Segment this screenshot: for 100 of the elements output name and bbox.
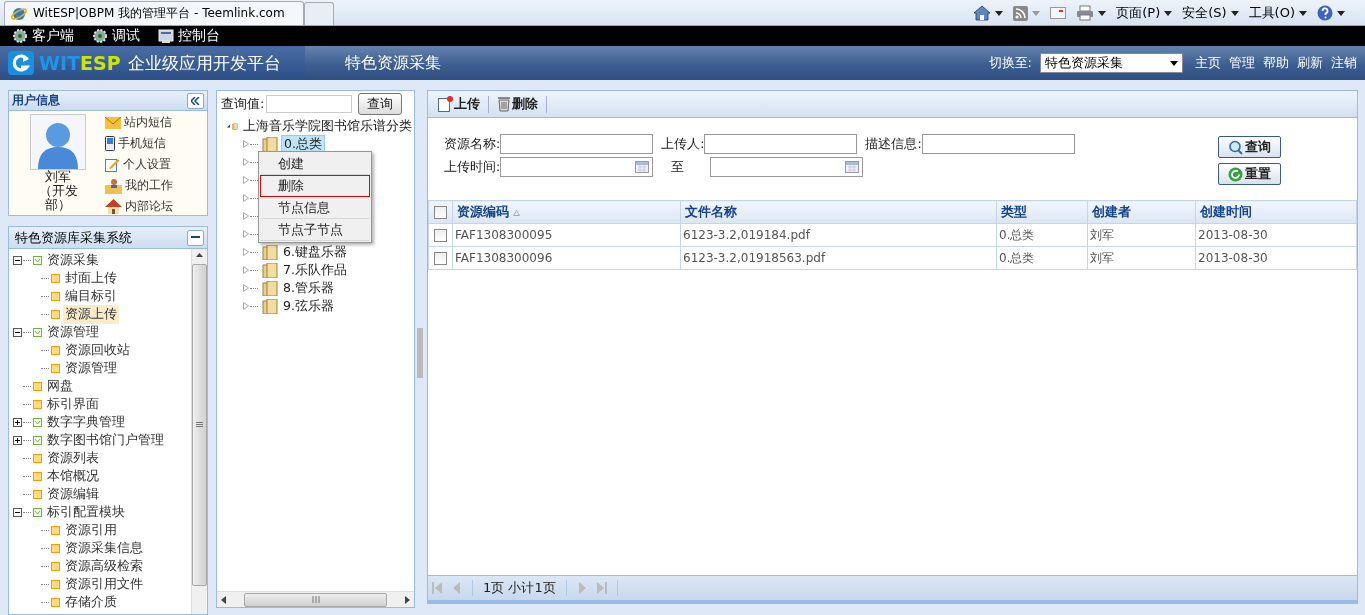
collapse-icon[interactable] bbox=[13, 327, 22, 337]
name-field[interactable] bbox=[500, 134, 654, 154]
last-page-icon[interactable] bbox=[596, 582, 607, 594]
nav-tree-item[interactable]: 资源上传 bbox=[63, 304, 119, 324]
previous-page-icon[interactable] bbox=[452, 582, 462, 594]
calendar-icon[interactable] bbox=[845, 161, 860, 173]
row-checkbox[interactable] bbox=[434, 251, 447, 265]
menu-item[interactable]: 节点子节点 bbox=[260, 219, 370, 241]
nav-tree-item[interactable]: 资源引用 bbox=[63, 520, 119, 540]
scrollbar[interactable] bbox=[217, 591, 414, 607]
top-bar-item[interactable]: 客户端 bbox=[12, 27, 74, 45]
nav-tree-item[interactable]: 封面上传 bbox=[63, 268, 119, 288]
uploader-field[interactable] bbox=[704, 134, 858, 154]
header-link[interactable]: 主页 bbox=[1195, 54, 1221, 72]
nav-tree-item[interactable]: 资源高级检索 bbox=[63, 556, 145, 576]
new-tab-button[interactable] bbox=[304, 2, 334, 25]
search-field[interactable] bbox=[266, 95, 353, 113]
caret-icon[interactable] bbox=[1164, 10, 1173, 16]
description-field[interactable] bbox=[921, 134, 1075, 154]
first-page-icon[interactable] bbox=[432, 582, 442, 594]
user-menu-link[interactable]: 内部论坛 bbox=[105, 198, 173, 215]
top-bar-item[interactable]: 控制台 bbox=[158, 27, 220, 45]
column-header[interactable]: 文件名称 bbox=[685, 203, 737, 219]
toolbar-button[interactable]: 删除 bbox=[497, 95, 547, 113]
collapsed-arrow-icon[interactable] bbox=[243, 212, 249, 220]
nav-tree-item[interactable]: 资源管理 bbox=[45, 322, 101, 342]
header-link[interactable]: 注销 bbox=[1331, 54, 1357, 72]
caret-icon[interactable] bbox=[1098, 10, 1107, 16]
nav-tree-item[interactable]: 资源采集信息 bbox=[63, 538, 145, 558]
collapsed-arrow-icon[interactable] bbox=[243, 176, 249, 184]
expand-icon[interactable] bbox=[13, 417, 22, 427]
user-menu-link[interactable]: 我的工作 bbox=[105, 177, 173, 194]
feed-icon[interactable] bbox=[1013, 5, 1029, 21]
next-page-icon[interactable] bbox=[576, 582, 587, 594]
collapsed-arrow-icon[interactable] bbox=[243, 194, 249, 202]
nav-tree-item[interactable]: 数字字典管理 bbox=[45, 412, 127, 432]
nav-tree-item[interactable]: 数字图书馆门户管理 bbox=[45, 430, 166, 450]
header-link[interactable]: 刷新 bbox=[1297, 54, 1323, 72]
menu-item[interactable]: 创建 bbox=[260, 153, 370, 175]
caret-icon[interactable] bbox=[1170, 60, 1178, 66]
expanded-arrow-icon[interactable] bbox=[227, 122, 230, 130]
caret-icon[interactable] bbox=[1337, 10, 1345, 16]
collapsed-arrow-icon[interactable] bbox=[243, 158, 249, 166]
splitter-handle[interactable] bbox=[417, 327, 423, 378]
browser-menu[interactable]: 页面(P) bbox=[1116, 4, 1173, 22]
nav-tree-item[interactable]: 网盘 bbox=[45, 376, 75, 396]
printer-icon[interactable] bbox=[1076, 5, 1095, 21]
nav-tree-item[interactable]: 资源采集 bbox=[45, 250, 101, 270]
top-bar-item[interactable]: 调试 bbox=[92, 27, 140, 45]
category-tree-item[interactable]: 7.乐队作品 bbox=[281, 261, 349, 279]
nav-tree-item[interactable]: 本馆概况 bbox=[45, 466, 101, 486]
category-tree-root[interactable]: 上海音乐学院图书馆乐谱分类 bbox=[241, 117, 414, 135]
help-icon[interactable] bbox=[1317, 5, 1333, 21]
browser-menu[interactable]: 安全(S) bbox=[1182, 4, 1239, 22]
category-tree-item[interactable]: 6.键盘乐器 bbox=[281, 243, 349, 261]
category-tree-item[interactable]: 9.弦乐器 bbox=[281, 297, 336, 315]
nav-tree-item[interactable]: 资源列表 bbox=[45, 448, 101, 468]
query-button[interactable]: 查询 bbox=[1218, 136, 1281, 158]
collapse-icon[interactable] bbox=[13, 255, 22, 265]
caret-icon[interactable] bbox=[1299, 10, 1307, 16]
browser-tab[interactable]: WitESP|OBPM 我的管理平台 - Teemlink.com bbox=[4, 1, 304, 25]
calendar-icon[interactable] bbox=[635, 161, 650, 173]
search-button[interactable]: 查询 bbox=[358, 93, 403, 115]
caret-icon[interactable] bbox=[995, 10, 1004, 16]
nav-tree-item[interactable]: 资源回收站 bbox=[63, 340, 132, 360]
reset-button[interactable]: 重置 bbox=[1218, 163, 1281, 185]
collapsed-arrow-icon[interactable] bbox=[243, 230, 249, 238]
collapsed-arrow-icon[interactable] bbox=[243, 302, 249, 310]
scroll-left-icon[interactable] bbox=[221, 595, 226, 604]
scroll-right-icon[interactable] bbox=[405, 595, 410, 604]
collapsed-arrow-icon[interactable] bbox=[243, 284, 249, 292]
caret-icon[interactable] bbox=[1230, 10, 1239, 16]
date-field[interactable] bbox=[500, 157, 654, 177]
nav-tree-item[interactable]: 编目标引 bbox=[63, 286, 119, 306]
nav-tree-item[interactable]: 资源管理 bbox=[63, 358, 119, 378]
collapsed-arrow-icon[interactable] bbox=[243, 140, 249, 148]
header-link[interactable]: 帮助 bbox=[1263, 54, 1289, 72]
nav-tree-item[interactable]: 标引配置模块 bbox=[45, 502, 127, 522]
expand-icon[interactable] bbox=[13, 435, 22, 445]
collapsed-arrow-icon[interactable] bbox=[243, 248, 249, 256]
select-all-checkbox[interactable] bbox=[434, 205, 447, 219]
date-field[interactable] bbox=[710, 157, 864, 177]
header-link[interactable]: 管理 bbox=[1229, 54, 1255, 72]
scrollbar[interactable] bbox=[191, 249, 207, 614]
home-icon[interactable] bbox=[973, 5, 992, 21]
column-header[interactable]: 资源编码 bbox=[457, 203, 509, 219]
nav-tree-item[interactable]: 存储介质 bbox=[63, 592, 119, 612]
row-checkbox[interactable] bbox=[434, 228, 447, 242]
user-menu-link[interactable]: 站内短信 bbox=[105, 114, 173, 131]
user-menu-link[interactable]: 手机短信 bbox=[105, 135, 173, 152]
collapse-icon[interactable] bbox=[13, 507, 22, 517]
user-menu-link[interactable]: 个人设置 bbox=[105, 156, 173, 173]
nav-tree-item[interactable]: 资源编辑 bbox=[45, 484, 101, 504]
collapse-button[interactable] bbox=[187, 92, 204, 109]
module-select[interactable]: 特色资源采集 bbox=[1040, 53, 1183, 73]
minimize-button[interactable] bbox=[187, 229, 204, 246]
column-header[interactable]: 类型 bbox=[1001, 203, 1027, 219]
browser-menu[interactable]: 工具(O) bbox=[1248, 4, 1307, 22]
menu-item[interactable]: 删除 bbox=[260, 175, 370, 197]
mail-icon[interactable] bbox=[1050, 7, 1067, 19]
